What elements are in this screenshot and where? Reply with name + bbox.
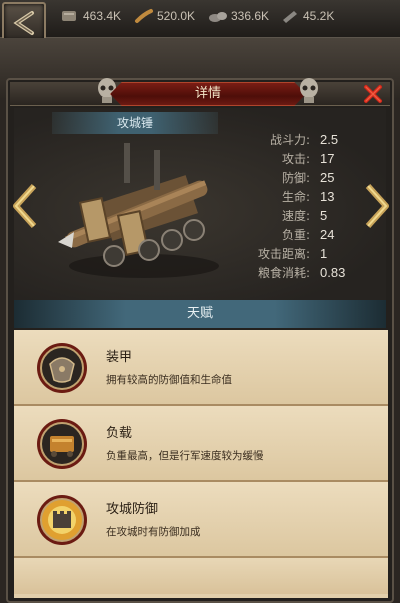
back-button[interactable] [2, 2, 46, 42]
stat-row: 防御: 25 [226, 168, 376, 187]
stat-row: 战斗力: 2.5 [226, 130, 376, 149]
resource-wood[interactable]: 520.0K [134, 6, 195, 26]
stat-label: 速度: [281, 209, 310, 223]
stat-value: 24 [320, 227, 335, 242]
stat-row: 粮食消耗: 0.83 [226, 263, 376, 282]
panel-titlebar: 详情 [10, 78, 390, 106]
back-arrow-icon [13, 11, 34, 35]
stat-label: 防御: [281, 171, 310, 185]
stat-label: 粮食消耗: [257, 266, 310, 280]
resource-bar: 463.4K 520.0K 336.6K 45.2K [0, 0, 400, 42]
resource-food-value: 463.4K [83, 9, 122, 23]
skull-ornament-icon [300, 78, 318, 103]
siege-defense-icon [37, 495, 87, 545]
talent-header: 天赋 [14, 300, 386, 328]
talent-desc: 在攻城时有防御加成 [106, 526, 201, 538]
panel-title: 详情 [194, 86, 221, 101]
stone-icon [209, 12, 227, 22]
stat-label: 攻击: [281, 152, 310, 166]
wood-icon [135, 9, 153, 23]
stat-value: 0.83 [320, 265, 346, 280]
load-icon [37, 419, 87, 469]
stat-value: 17 [320, 151, 335, 166]
resource-stone[interactable]: 336.6K [208, 6, 269, 26]
talent-name: 装甲 [106, 350, 133, 365]
talent-name: 负载 [106, 426, 133, 441]
prev-unit-arrow-icon[interactable] [8, 182, 44, 230]
stat-value: 5 [320, 208, 328, 223]
stat-label: 攻击距离: [257, 247, 310, 261]
armor-icon [37, 343, 87, 393]
stat-label: 负重: [281, 228, 310, 242]
stat-row: 生命: 13 [226, 187, 376, 206]
resource-iron[interactable]: 45.2K [280, 6, 334, 26]
unit-stats: 战斗力: 2.5 攻击: 17 防御: 25 生命: 13 速度: 5 负重: … [226, 130, 376, 282]
resource-stone-value: 336.6K [231, 9, 270, 23]
resource-wood-value: 520.0K [157, 9, 196, 23]
talent-desc: 拥有较高的防御值和生命值 [106, 374, 232, 386]
iron-icon [283, 11, 297, 23]
stat-row: 攻击距离: 1 [226, 244, 376, 263]
stat-row: 速度: 5 [226, 206, 376, 225]
list-spacer [14, 558, 388, 594]
unit-info: 攻城锤 战斗力: 2.5 攻击: 17 防御: 25 生命: 13 速度: 5 … [13, 108, 389, 314]
battering-ram-image [58, 143, 219, 278]
resource-iron-value: 45.2K [303, 9, 335, 23]
stat-value: 13 [320, 189, 335, 204]
details-panel: 详情 攻城锤 战斗力: 2.5 攻击: 17 防御: 25 生命: 13 速度:… [6, 78, 394, 603]
close-icon [364, 85, 382, 103]
talent-desc: 负重最高，但是行军速度较为缓慢 [106, 450, 264, 462]
list-item: 负载 负重最高，但是行军速度较为缓慢 [14, 406, 388, 482]
stat-row: 负重: 24 [226, 225, 376, 244]
close-button[interactable] [360, 82, 386, 106]
stat-value: 2.5 [320, 132, 339, 147]
food-icon [62, 11, 76, 21]
stat-label: 战斗力: [269, 133, 310, 147]
stat-value: 25 [320, 170, 335, 185]
list-item: 攻城防御 在攻城时有防御加成 [14, 482, 388, 558]
unit-name: 攻城锤 [52, 112, 218, 134]
stat-value: 1 [320, 246, 328, 261]
stat-label: 生命: [281, 190, 310, 204]
list-item: 装甲 拥有较高的防御值和生命值 [14, 330, 388, 406]
stat-row: 攻击: 17 [226, 149, 376, 168]
resource-food[interactable]: 463.4K [60, 6, 121, 26]
talent-name: 攻城防御 [106, 502, 159, 517]
talent-list: 装甲 拥有较高的防御值和生命值 负载 负重最高，但是行军速度较为缓慢 攻城防御 … [14, 330, 388, 598]
